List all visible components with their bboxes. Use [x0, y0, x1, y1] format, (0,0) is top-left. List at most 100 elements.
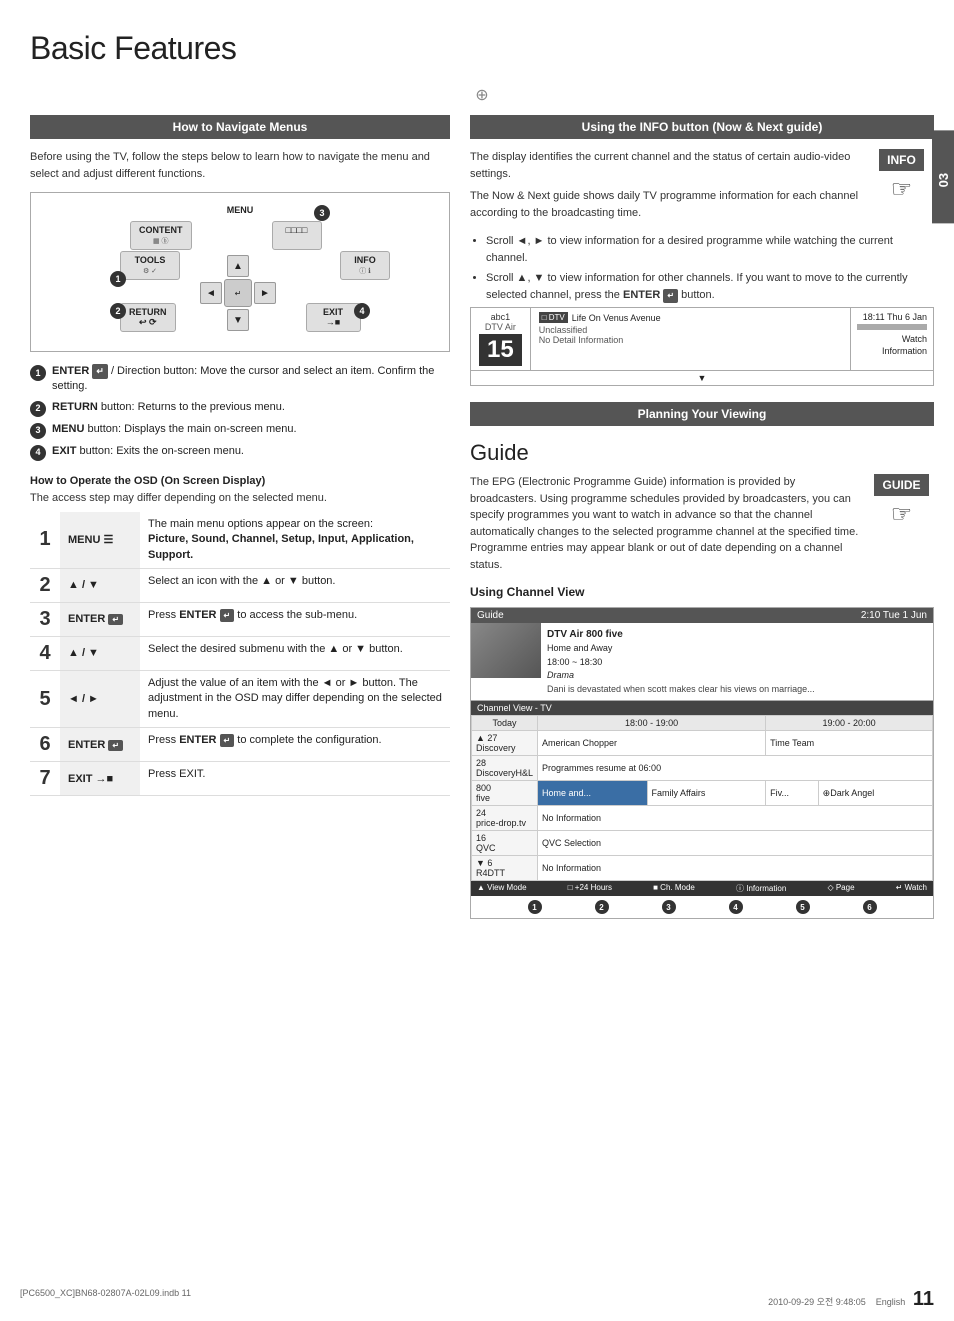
- label-2: 2: [110, 303, 126, 319]
- footer-24h: □ +24 Hours: [568, 883, 612, 894]
- osd-title: How to Operate the OSD (On Screen Displa…: [30, 475, 450, 487]
- info-bullets: Scroll ◄, ► to view information for a de…: [470, 233, 934, 303]
- step-4: 4 EXIT button: Exits the on-screen menu.: [30, 444, 450, 461]
- epg-prog-name: DTV Air 800 five: [547, 627, 815, 642]
- using-channel-title: Using Channel View: [470, 585, 934, 599]
- prog-6-1: No Information: [538, 856, 933, 881]
- prog-27-1: American Chopper: [538, 731, 766, 756]
- info-now-next-box: abc1 DTV Air 15 □ DTV Life On Venus Aven…: [470, 307, 934, 386]
- page-num: 11: [913, 1288, 934, 1310]
- epg-row-5: 16QVC QVC Selection: [472, 831, 933, 856]
- osd-num-2: 2: [30, 568, 60, 602]
- up-arrow[interactable]: ▲: [227, 255, 249, 277]
- osd-desc-7: Press EXIT.: [140, 762, 450, 796]
- remote-bottom-buttons: RETURN↩ ⟳ EXIT→■: [120, 303, 361, 332]
- guide-title: Guide: [470, 440, 934, 466]
- prog-detail: No Detail Information: [539, 335, 842, 345]
- epg-num-4: 4: [729, 900, 743, 914]
- epg-num-6: 6: [863, 900, 877, 914]
- ch-6: ▼ 6R4DTT: [472, 856, 538, 881]
- col-today: Today: [472, 716, 538, 731]
- prog-name: Life On Venus Avenue: [572, 313, 661, 323]
- prog-800-dark: ⊕Dark Angel: [818, 781, 932, 806]
- osd-desc-5: Adjust the value of an item with the ◄ o…: [140, 670, 450, 727]
- label-4: 4: [354, 303, 370, 319]
- chapter-num: 03: [936, 172, 951, 186]
- footer-watch: ↵ Watch: [896, 883, 927, 894]
- info-section-header: Using the INFO button (Now & Next guide): [470, 115, 934, 139]
- page-title: Basic Features: [30, 30, 934, 67]
- osd-num-6: 6: [30, 728, 60, 762]
- ch-800: 800five: [472, 781, 538, 806]
- osd-table: 1 MENU ☰ The main menu options appear on…: [30, 512, 450, 796]
- prog-28-1: Programmes resume at 06:00: [538, 756, 933, 781]
- info-bullet-1: Scroll ◄, ► to view information for a de…: [486, 233, 934, 266]
- prog-800-1: Home and...: [538, 781, 648, 806]
- osd-desc-4: Select the desired submenu with the ▲ or…: [140, 636, 450, 670]
- step-circle-4: 4: [30, 445, 46, 461]
- prog-800-fiv: Fiv...: [766, 781, 819, 806]
- osd-num-5: 5: [30, 670, 60, 727]
- ch-28: 28DiscoveryH&L: [472, 756, 538, 781]
- step-circle-2: 2: [30, 401, 46, 417]
- osd-key-4: ▲ / ▼: [60, 636, 140, 670]
- step-circle-3: 3: [30, 423, 46, 439]
- osd-key-3: ENTER ↵: [60, 602, 140, 636]
- osd-key-1: MENU ☰: [60, 512, 140, 569]
- epg-row-4: 24price-drop.tv No Information: [472, 806, 933, 831]
- epg-show-desc: Dani is devastated when scott makes clea…: [547, 683, 815, 697]
- guide-btn-area: GUIDE ☞: [869, 474, 934, 573]
- ch-16: 16QVC: [472, 831, 538, 856]
- osd-desc-1: The main menu options appear on the scre…: [140, 512, 450, 569]
- info-button-img-area: INFO ☞: [869, 149, 934, 204]
- prog-category: Unclassified: [539, 325, 842, 335]
- osd-desc: The access step may differ depending on …: [30, 492, 450, 504]
- progress-bar: [857, 324, 927, 330]
- guide-btn-box: GUIDE: [874, 474, 928, 496]
- exit-btn-remote: EXIT→■: [306, 303, 361, 332]
- language-label: English: [876, 1297, 906, 1307]
- osd-row-1: 1 MENU ☰ The main menu options appear on…: [30, 512, 450, 569]
- osd-key-2: ▲ / ▼: [60, 568, 140, 602]
- tools-btn: TOOLS⚙ ✓: [120, 251, 180, 280]
- epg-thumbnail: [471, 623, 541, 678]
- osd-row-4: 4 ▲ / ▼ Select the desired submenu with …: [30, 636, 450, 670]
- ch-view-label: Channel View - TV: [471, 701, 933, 715]
- epg-row-3: 800five Home and... Family Affairs Fiv..…: [472, 781, 933, 806]
- info-desc-1: The display identifies the current chann…: [470, 149, 864, 182]
- ch-24: 24price-drop.tv: [472, 806, 538, 831]
- step-3-text: MENU button: Displays the main on-screen…: [52, 422, 297, 437]
- nav-section-header: How to Navigate Menus: [30, 115, 450, 139]
- guide-text: The EPG (Electronic Programme Guide) inf…: [470, 474, 859, 573]
- epg-num-2: 2: [595, 900, 609, 914]
- remote-top-buttons: CONTENT▦ ⓑ □□□□: [130, 221, 322, 250]
- right-arrow[interactable]: ►: [254, 282, 276, 304]
- epg-row-1: ▲ 27Discovery American Chopper Time Team: [472, 731, 933, 756]
- steps-list: 1 ENTER ↵ / Direction button: Move the c…: [30, 364, 450, 461]
- epg-show-name: Home and Away: [547, 642, 815, 656]
- osd-key-7: EXIT →■: [60, 762, 140, 796]
- osd-row-5: 5 ◄ / ► Adjust the value of an item with…: [30, 670, 450, 727]
- nav-arrows: ▼: [471, 371, 933, 385]
- epg-prog-info: DTV Air 800 five Home and Away 18:00 ~ 1…: [541, 623, 821, 700]
- left-arrow[interactable]: ◄: [200, 282, 222, 304]
- info-btn-remote: INFOⓘ ℹ: [340, 251, 390, 280]
- info-date: 18:11 Thu 6 Jan: [857, 312, 927, 322]
- epg-row-6: ▼ 6R4DTT No Information: [472, 856, 933, 881]
- step-1: 1 ENTER ↵ / Direction button: Move the c…: [30, 364, 450, 395]
- label-3: 3: [314, 205, 330, 221]
- info-bullet-2: Scroll ▲, ▼ to view information for othe…: [486, 270, 934, 303]
- footer-right-area: 2010-09-29 오전 9:48:05 English 11: [768, 1288, 934, 1311]
- return-btn: RETURN↩ ⟳: [120, 303, 176, 332]
- epg-box: Guide 2:10 Tue 1 Jun DTV Air 800 five Ho…: [470, 607, 934, 919]
- prog-details: □ DTV Life On Venus Avenue Unclassified …: [531, 308, 850, 370]
- dtv-label: DTV Air: [485, 322, 516, 332]
- hand-icon-info: ☞: [869, 175, 934, 204]
- osd-row-7: 7 EXIT →■ Press EXIT.: [30, 762, 450, 796]
- footer-page: ◇ Page: [827, 883, 854, 894]
- epg-num-1: 1: [528, 900, 542, 914]
- info-label: Information: [857, 346, 927, 356]
- planning-header: Planning Your Viewing: [470, 402, 934, 426]
- step-2-text: RETURN button: Returns to the previous m…: [52, 400, 285, 415]
- step-4-text: EXIT button: Exits the on-screen menu.: [52, 444, 244, 459]
